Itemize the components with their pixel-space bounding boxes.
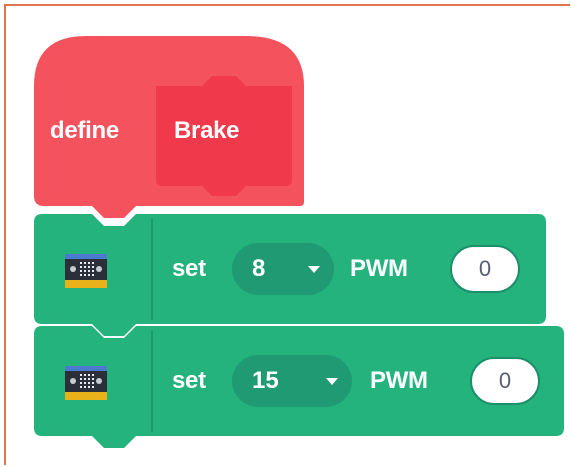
pwm-value-input[interactable]: 0 [470,357,540,405]
pin-dropdown[interactable]: 8 [232,243,334,295]
pin-dropdown[interactable]: 15 [232,355,352,407]
canvas-frame: define Brake set 8 PWM 0 set 15 PWM 0 [4,4,570,465]
microbit-board-icon [65,366,107,400]
define-keyword: define [50,117,119,144]
pin-value: 15 [252,367,279,394]
pwm-label: PWM [350,255,408,282]
pin-value: 8 [252,255,266,282]
microbit-board-icon [65,254,107,288]
chevron-down-icon [326,378,338,385]
define-block-name[interactable]: Brake [174,116,240,146]
set-label: set [172,255,206,282]
pwm-label: PWM [370,367,428,394]
set-label: set [172,367,206,394]
pwm-value-input[interactable]: 0 [450,245,520,293]
chevron-down-icon [308,266,320,273]
